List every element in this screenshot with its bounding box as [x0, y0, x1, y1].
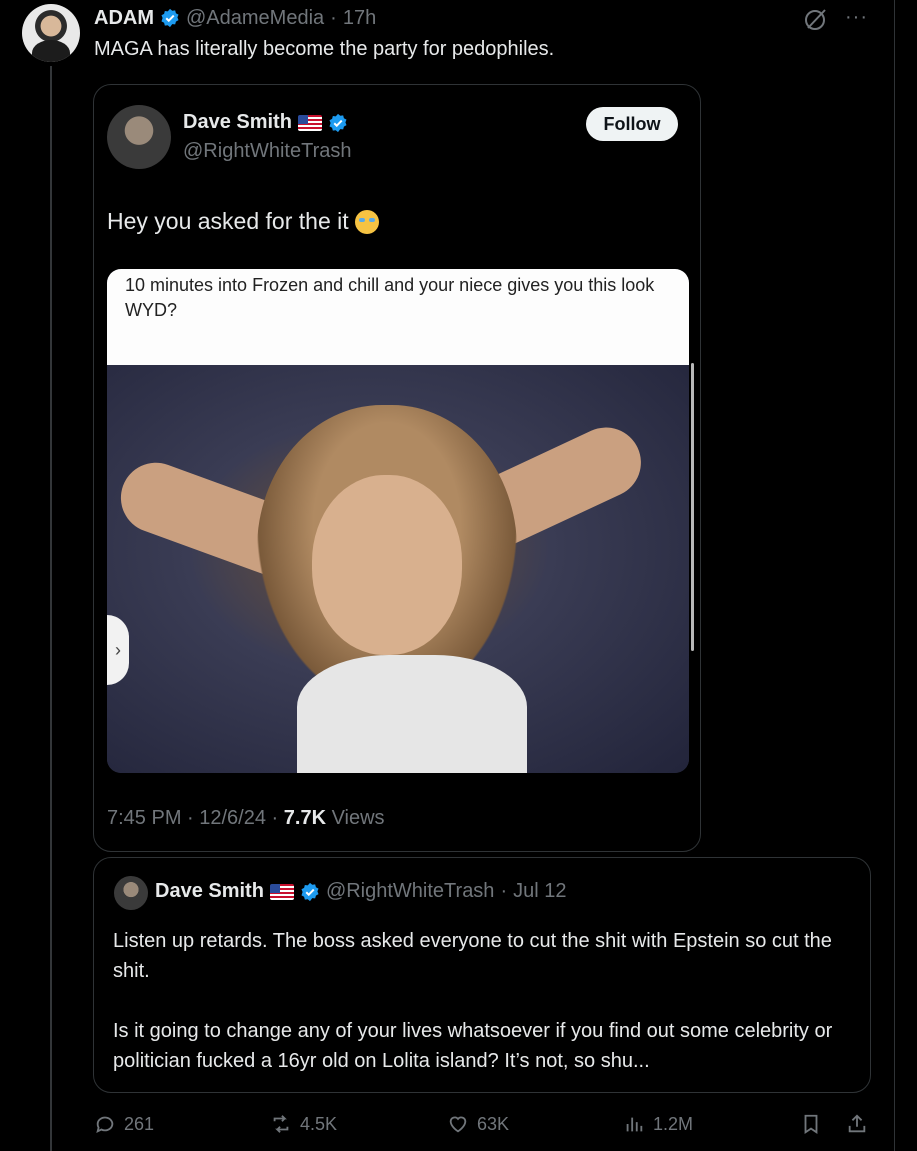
screenshot-author-handle: @RightWhiteTrash	[183, 140, 352, 162]
carousel-next-icon: ›	[107, 615, 129, 685]
post-time[interactable]: 17h	[343, 7, 376, 30]
repost-button[interactable]: 4.5K	[270, 1113, 337, 1135]
views-button[interactable]: 1.2M	[623, 1113, 693, 1135]
author-name[interactable]: ADAM	[94, 7, 154, 30]
action-bar: 261 4.5K 63K 1.2M	[0, 1113, 917, 1141]
quoted-text: Listen up retards. The boss asked everyo…	[113, 930, 833, 1072]
column-divider	[894, 0, 895, 1151]
follow-button: Follow	[586, 107, 678, 141]
screenshot-text: Hey you asked for the it	[107, 208, 379, 235]
quoted-author-name[interactable]: Dave Smith	[155, 880, 264, 903]
reply-button[interactable]: 261	[94, 1113, 154, 1135]
screenshot-meta: 7:45 PM · 12/6/24 · 7.7K Views	[107, 807, 385, 830]
thread-line	[50, 66, 52, 1151]
embedded-screenshot[interactable]: Dave Smith @RightWhiteTrash Follow Hey y…	[93, 84, 701, 852]
post-header: ADAM @AdameMedia · 17h	[94, 5, 376, 31]
screenshot-views-count: 7.7K	[283, 807, 327, 829]
bookmark-icon	[804, 1114, 818, 1134]
share-icon	[848, 1114, 866, 1133]
quoted-post[interactable]: Dave Smith @RightWhiteTrash · Jul 12 Lis…	[93, 857, 871, 1093]
screenshot-views-label: Views	[326, 807, 385, 829]
like-button[interactable]: 63K	[447, 1113, 509, 1135]
quoted-author-handle[interactable]: @RightWhiteTrash	[326, 880, 495, 903]
quoted-avatar[interactable]	[114, 876, 148, 910]
quoted-date[interactable]: Jul 12	[513, 880, 566, 903]
separator-dot: ·	[500, 880, 508, 902]
bookmark-button[interactable]	[800, 1113, 822, 1135]
screenshot-name-row: Dave Smith	[183, 111, 348, 134]
avatar[interactable]	[22, 4, 80, 62]
reply-count: 261	[124, 1113, 155, 1134]
post-text: MAGA has literally become the party for …	[94, 38, 555, 60]
heart-icon	[449, 1116, 467, 1133]
screenshot-author-name: Dave Smith	[183, 111, 292, 133]
quoted-header: Dave Smith @RightWhiteTrash · Jul 12	[155, 880, 566, 903]
verified-badge-icon	[161, 8, 179, 28]
verified-badge-icon	[329, 113, 347, 132]
grok-icon[interactable]	[803, 6, 829, 32]
meme-photo	[107, 365, 689, 773]
screenshot-text-body: Hey you asked for the it	[107, 208, 349, 234]
screenshot-timestamp: 7:45 PM · 12/6/24 ·	[107, 807, 284, 829]
like-count: 63K	[477, 1113, 510, 1134]
separator-dot: ·	[330, 6, 337, 29]
crying-emoji-icon	[354, 209, 379, 234]
verified-badge-icon	[301, 882, 319, 901]
meme-caption: 10 minutes into Frozen and chill and you…	[125, 275, 655, 320]
author-handle[interactable]: @AdameMedia	[186, 7, 324, 30]
more-options-icon[interactable]: ···	[845, 6, 868, 29]
views-count: 1.2M	[653, 1113, 694, 1134]
meme-caption-box: 10 minutes into Frozen and chill and you…	[107, 269, 689, 365]
us-flag-icon	[269, 883, 294, 900]
repost-count: 4.5K	[300, 1113, 338, 1134]
share-button[interactable]	[846, 1113, 868, 1135]
screenshot-avatar	[107, 105, 171, 169]
meme-image: 10 minutes into Frozen and chill and you…	[107, 269, 689, 773]
scrollbar	[691, 363, 694, 651]
views-chart-icon	[626, 1117, 643, 1132]
reply-icon	[96, 1116, 114, 1134]
repost-icon	[273, 1115, 289, 1133]
us-flag-icon	[297, 114, 322, 131]
